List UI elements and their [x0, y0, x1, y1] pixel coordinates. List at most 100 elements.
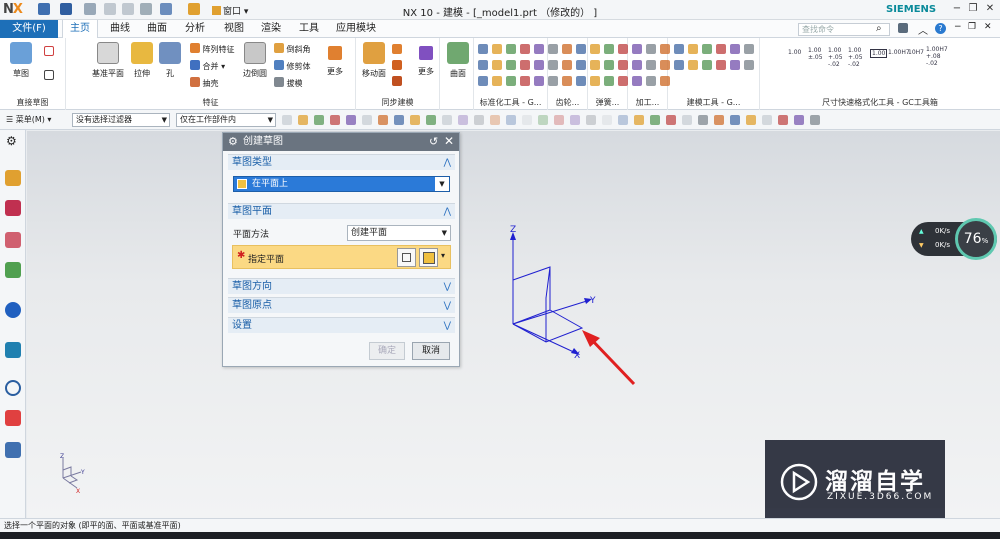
tool-icon[interactable]: [478, 60, 488, 70]
memory-usage-gauge[interactable]: 76%: [955, 218, 997, 260]
close-button[interactable]: ✕: [983, 3, 997, 16]
ok-button[interactable]: 确定: [369, 342, 405, 360]
dim-format-1[interactable]: 1.00: [788, 49, 801, 56]
tool-icon[interactable]: [506, 60, 516, 70]
tool-icon[interactable]: [478, 44, 488, 54]
section-sketch-orientation[interactable]: 草图方向 ⋁: [228, 278, 455, 294]
snap-tool-icon[interactable]: [458, 115, 468, 125]
snap-tool-icon[interactable]: [554, 115, 564, 125]
dim-format-4[interactable]: 1.00 +.05 -.02: [848, 47, 863, 68]
tab-tools[interactable]: 工具: [293, 20, 325, 38]
tool-icon[interactable]: [506, 76, 516, 86]
tool-icon[interactable]: [674, 60, 684, 70]
collapse-ribbon-icon[interactable]: ︿: [918, 22, 928, 37]
tool-icon[interactable]: [618, 76, 628, 86]
tool-icon[interactable]: [632, 76, 642, 86]
chamfer-button[interactable]: 倒斜角: [274, 43, 311, 55]
extrude-button[interactable]: 拉伸: [128, 42, 156, 79]
doc-minimize-button[interactable]: −: [954, 22, 962, 32]
tool-icon[interactable]: [716, 60, 726, 70]
tool-icon[interactable]: [520, 44, 530, 54]
restore-button[interactable]: ❐: [966, 3, 980, 16]
snap-tool-icon[interactable]: [810, 115, 820, 125]
snap-tool-icon[interactable]: [778, 115, 788, 125]
display-icon[interactable]: [898, 23, 908, 33]
history-icon[interactable]: [5, 342, 21, 358]
dim-format-8[interactable]: 1.00H7 +.08 -.02: [926, 46, 948, 67]
section-sketch-type[interactable]: 草图类型 ⋀: [228, 154, 455, 170]
dim-format-3[interactable]: 1.00 +.05 -.02: [828, 47, 843, 68]
tab-home[interactable]: 主页: [62, 20, 98, 39]
snap-tool-icon[interactable]: [394, 115, 404, 125]
trim-body-button[interactable]: 修剪体: [274, 60, 311, 72]
snap-tool-icon[interactable]: [506, 115, 516, 125]
selection-scope-select[interactable]: 仅在工作部件内 ▼: [176, 113, 276, 127]
tool-icon[interactable]: [520, 76, 530, 86]
snap-tool-icon[interactable]: [346, 115, 356, 125]
settings-gear-icon[interactable]: ⚙: [6, 134, 17, 148]
snap-tool-icon[interactable]: [714, 115, 724, 125]
draft-button[interactable]: 拔模: [274, 77, 303, 89]
reuse-library-icon[interactable]: [5, 262, 21, 278]
snap-tool-icon[interactable]: [650, 115, 660, 125]
sketch-type-select[interactable]: 在平面上 ▼: [233, 176, 450, 192]
tool-icon[interactable]: [646, 44, 656, 54]
tool-icon[interactable]: [520, 60, 530, 70]
tool-icon[interactable]: [688, 44, 698, 54]
datum-csys[interactable]: Z Y X: [500, 220, 650, 390]
tool-icon[interactable]: [730, 44, 740, 54]
tool-icon[interactable]: [702, 44, 712, 54]
snap-tool-icon[interactable]: [314, 115, 324, 125]
snap-tool-icon[interactable]: [522, 115, 532, 125]
tool-icon[interactable]: [744, 44, 754, 54]
tool-icon[interactable]: [674, 44, 684, 54]
plane-method-select[interactable]: 创建平面 ▼: [347, 225, 451, 241]
snap-tool-icon[interactable]: [490, 115, 500, 125]
edge-blend-button[interactable]: 边倒圆: [240, 42, 270, 79]
section-settings[interactable]: 设置 ⋁: [228, 317, 455, 333]
reset-icon[interactable]: ↺: [429, 135, 438, 148]
dim-format-5[interactable]: 1.00: [870, 49, 888, 58]
section-sketch-origin[interactable]: 草图原点 ⋁: [228, 297, 455, 313]
sync-icon-3[interactable]: [392, 76, 402, 86]
dialog-close-icon[interactable]: ✕: [444, 134, 454, 148]
snap-tool-icon[interactable]: [762, 115, 772, 125]
tool-icon[interactable]: [590, 60, 600, 70]
menu-button[interactable]: ☰ 菜单(M) ▾: [6, 114, 51, 125]
tab-analysis[interactable]: 分析: [179, 20, 211, 38]
minimize-button[interactable]: −: [950, 3, 964, 16]
web-browser-icon[interactable]: [5, 302, 21, 318]
tool-icon[interactable]: [604, 76, 614, 86]
specify-plane-row[interactable]: ✱ 指定平面 ▾: [232, 245, 451, 269]
snap-tool-icon[interactable]: [330, 115, 340, 125]
tool-icon[interactable]: [646, 76, 656, 86]
type-filter-select[interactable]: 没有选择过滤器 ▼: [72, 113, 170, 127]
cancel-button[interactable]: 取消: [412, 342, 450, 360]
sync-more-button[interactable]: 更多: [413, 46, 439, 77]
tool-icon[interactable]: [534, 44, 544, 54]
roles-icon[interactable]: [5, 442, 21, 458]
tool-icon[interactable]: [548, 76, 558, 86]
tool-icon[interactable]: [590, 76, 600, 86]
feature-more-button[interactable]: 更多: [322, 46, 348, 77]
tool-icon[interactable]: [730, 60, 740, 70]
dim-format-7[interactable]: 10H7: [908, 49, 924, 56]
tool-icon[interactable]: [576, 60, 586, 70]
tool-icon[interactable]: [702, 60, 712, 70]
snap-tool-icon[interactable]: [666, 115, 676, 125]
doc-close-button[interactable]: ✕: [984, 22, 992, 32]
rectangle-icon[interactable]: [44, 70, 54, 80]
sync-icon-2[interactable]: [392, 60, 402, 70]
snap-tool-icon[interactable]: [602, 115, 612, 125]
profile-icon[interactable]: [44, 46, 54, 56]
hole-button[interactable]: 孔: [158, 42, 182, 79]
dialog-gear-icon[interactable]: ⚙: [228, 135, 238, 148]
tab-applications[interactable]: 应用模块: [332, 20, 380, 38]
datum-plane-button[interactable]: 基准平面: [88, 42, 128, 79]
snap-tool-icon[interactable]: [538, 115, 548, 125]
snap-tool-icon[interactable]: [634, 115, 644, 125]
tool-icon[interactable]: [506, 44, 516, 54]
tool-icon[interactable]: [660, 44, 670, 54]
snap-tool-icon[interactable]: [730, 115, 740, 125]
inferred-plane-button[interactable]: [419, 248, 438, 267]
